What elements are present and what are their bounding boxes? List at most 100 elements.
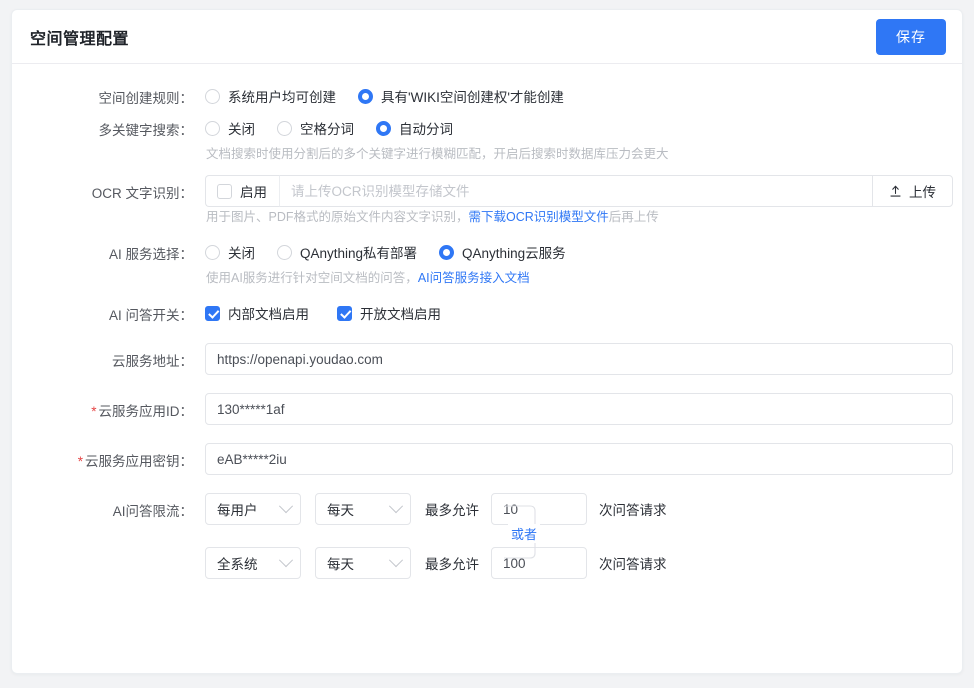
checkbox-icon <box>205 306 220 321</box>
radio-dot-icon <box>376 121 391 136</box>
radio-label: 关闭 <box>228 118 255 138</box>
rate-limit-suffix-system: 次问答请求 <box>599 553 667 573</box>
or-label: 或者 <box>508 524 540 543</box>
radio-group-space-rule: 系统用户均可创建 具有'WIKI空间创建权'才能创建 <box>205 80 962 112</box>
rate-limit-middle-text-system: 最多允许 <box>425 553 479 573</box>
form-row-multi-keyword: 多关键字搜索： 关闭 空格分词 自动分词 <box>12 112 962 165</box>
label-ai-switch: AI 问答开关： <box>12 297 193 324</box>
label-multi-keyword: 多关键字搜索： <box>12 112 193 139</box>
required-mark: * <box>91 404 96 419</box>
rate-limit-scope-select-user[interactable]: 每用户 <box>205 493 301 525</box>
radio-label: 系统用户均可创建 <box>228 86 336 106</box>
radio-dot-icon <box>205 245 220 260</box>
ocr-download-link[interactable]: 需下载OCR识别模型文件 <box>469 210 609 224</box>
radio-dot-icon <box>277 245 292 260</box>
radio-dot-icon <box>205 121 220 136</box>
save-button[interactable]: 保存 <box>876 19 946 55</box>
radio-space-rule-permission[interactable]: 具有'WIKI空间创建权'才能创建 <box>358 80 564 112</box>
ocr-enable-prepend[interactable]: 启用 <box>205 175 279 207</box>
rate-limit-value-input-user[interactable] <box>491 493 587 525</box>
card-header: 空间管理配置 保存 <box>12 10 962 64</box>
label-ai-service: AI 服务选择： <box>12 236 193 263</box>
radio-ai-service-off[interactable]: 关闭 <box>205 236 255 268</box>
page-root: 空间管理配置 保存 空间创建规则： 系统用户均可创建 具有'WIKI空间创建权'… <box>0 0 974 688</box>
rate-limit-row-system: 全系统 每天 最多允许 次问答请求 <box>205 547 962 579</box>
upload-button-label: 上传 <box>909 181 936 201</box>
radio-dot-icon <box>439 245 454 260</box>
radio-multi-keyword-off[interactable]: 关闭 <box>205 112 255 144</box>
form-row-ai-switch: AI 问答开关： 内部文档启用 开放文档启用 <box>12 297 962 329</box>
hint-ocr: 用于图片、PDF格式的原始文件内容文字识别，需下载OCR识别模型文件后再上传 <box>205 207 962 226</box>
required-mark: * <box>78 454 83 469</box>
checkbox-group-ai-switch: 内部文档启用 开放文档启用 <box>205 297 962 329</box>
ocr-upload-button[interactable]: 上传 <box>872 175 953 207</box>
radio-ai-service-cloud[interactable]: QAnything云服务 <box>439 236 566 268</box>
checkbox-open-doc[interactable]: 开放文档启用 <box>337 297 441 329</box>
ocr-enable-checkbox[interactable]: 启用 <box>217 181 267 201</box>
cloud-url-input[interactable] <box>205 343 953 375</box>
form-row-ocr: OCR 文字识别： 启用 <box>12 175 962 228</box>
radio-group-multi-keyword: 关闭 空格分词 自动分词 <box>205 112 962 144</box>
chevron-down-icon <box>279 499 293 513</box>
cloud-app-secret-input[interactable] <box>205 443 953 475</box>
radio-label: 空格分词 <box>300 118 354 138</box>
radio-label: QAnything私有部署 <box>300 242 417 262</box>
radio-label: 具有'WIKI空间创建权'才能创建 <box>381 86 564 106</box>
rate-limit-row-user: 每用户 每天 最多允许 次问答请求 <box>205 493 962 525</box>
rate-limit-period-select-user[interactable]: 每天 <box>315 493 411 525</box>
rate-limit-scope-select-system[interactable]: 全系统 <box>205 547 301 579</box>
checkbox-internal-doc[interactable]: 内部文档启用 <box>205 297 309 329</box>
cloud-app-id-input[interactable] <box>205 393 953 425</box>
radio-dot-icon <box>205 89 220 104</box>
form-row-space-rule: 空间创建规则： 系统用户均可创建 具有'WIKI空间创建权'才能创建 <box>12 80 962 112</box>
form-row-rate-limit: AI问答限流： 每用户 每天 最多允许 次问答请求 <box>12 493 962 579</box>
radio-dot-icon <box>358 89 373 104</box>
radio-dot-icon <box>277 121 292 136</box>
chevron-down-icon <box>389 499 403 513</box>
ocr-input-group: 启用 上传 <box>205 175 953 207</box>
label-cloud-url: 云服务地址： <box>12 343 193 370</box>
ocr-file-input[interactable] <box>279 175 872 207</box>
hint-ai-service-prefix: 使用AI服务进行针对空间文档的问答， <box>206 271 418 285</box>
checkbox-icon <box>337 306 352 321</box>
checkbox-icon <box>217 184 232 199</box>
settings-card: 空间管理配置 保存 空间创建规则： 系统用户均可创建 具有'WIKI空间创建权'… <box>11 9 963 674</box>
rate-limit-suffix-user: 次问答请求 <box>599 499 667 519</box>
hint-multi-keyword: 文档搜索时使用分割后的多个关键字进行模糊匹配，开启后搜索时数据库压力会更大 <box>205 144 962 163</box>
form-row-ai-service: AI 服务选择： 关闭 QAnything私有部署 QA <box>12 236 962 289</box>
label-space-rule: 空间创建规则： <box>12 80 193 107</box>
radio-ai-service-private[interactable]: QAnything私有部署 <box>277 236 417 268</box>
select-value: 每天 <box>327 553 354 573</box>
checkbox-label: 开放文档启用 <box>360 303 441 323</box>
upload-icon <box>889 185 902 198</box>
radio-multi-keyword-auto[interactable]: 自动分词 <box>376 112 453 144</box>
label-text: 云服务应用密钥： <box>85 454 193 469</box>
hint-ocr-suffix: 后再上传 <box>609 210 659 224</box>
chevron-down-icon <box>389 553 403 567</box>
checkbox-label: 启用 <box>240 181 267 201</box>
radio-label: 自动分词 <box>399 118 453 138</box>
chevron-down-icon <box>279 553 293 567</box>
form-row-cloud-app-id: *云服务应用ID： <box>12 393 962 425</box>
rate-limit-middle-text-user: 最多允许 <box>425 499 479 519</box>
page-title: 空间管理配置 <box>30 25 129 49</box>
label-text: 云服务应用ID： <box>99 404 194 419</box>
label-rate-limit: AI问答限流： <box>12 493 193 520</box>
radio-space-rule-all[interactable]: 系统用户均可创建 <box>205 80 336 112</box>
label-ocr: OCR 文字识别： <box>12 175 193 202</box>
rate-limit-value-input-system[interactable] <box>491 547 587 579</box>
radio-label: QAnything云服务 <box>462 242 566 262</box>
radio-label: 关闭 <box>228 242 255 262</box>
select-value: 每天 <box>327 499 354 519</box>
radio-multi-keyword-space[interactable]: 空格分词 <box>277 112 354 144</box>
select-value: 每用户 <box>217 499 258 519</box>
select-value: 全系统 <box>217 553 258 573</box>
label-cloud-app-secret: *云服务应用密钥： <box>12 443 193 470</box>
label-cloud-app-id: *云服务应用ID： <box>12 393 193 420</box>
ai-service-doc-link[interactable]: AI问答服务接入文档 <box>418 271 530 285</box>
hint-ai-service: 使用AI服务进行针对空间文档的问答，AI问答服务接入文档 <box>205 268 962 287</box>
rate-limit-period-select-system[interactable]: 每天 <box>315 547 411 579</box>
form-row-cloud-app-secret: *云服务应用密钥： <box>12 443 962 475</box>
settings-form: 空间创建规则： 系统用户均可创建 具有'WIKI空间创建权'才能创建 <box>12 64 962 579</box>
form-row-cloud-url: 云服务地址： <box>12 343 962 375</box>
